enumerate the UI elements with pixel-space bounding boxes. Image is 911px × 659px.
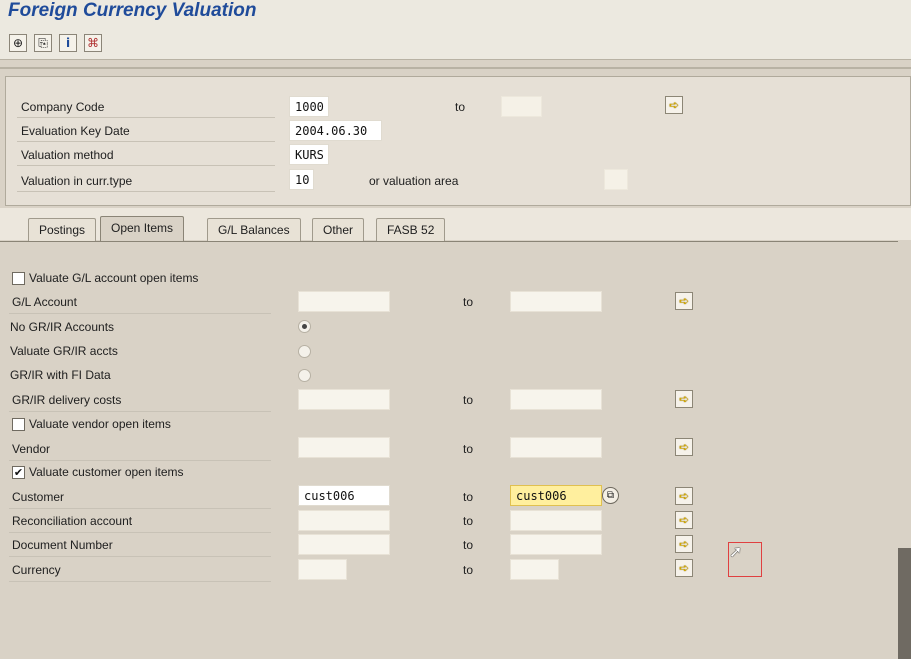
vendor-multiple-selection-button[interactable]: ➪ xyxy=(675,438,693,456)
application-toolbar: ⊕ ⎘ i ⌘ xyxy=(0,24,911,60)
valuate-vendor-checkbox[interactable] xyxy=(12,418,25,431)
arrow-right-icon: ➪ xyxy=(678,513,690,527)
divider xyxy=(0,67,911,69)
label-underline xyxy=(9,532,271,533)
valuation-curr-type-field[interactable]: 10 xyxy=(289,169,314,190)
execute-icon[interactable]: ⊕ xyxy=(9,34,27,52)
arrow-right-icon: ➪ xyxy=(678,489,690,503)
company-code-field[interactable]: 1000 xyxy=(289,96,329,117)
no-grir-radio[interactable] xyxy=(298,320,311,333)
vendor-label: Vendor xyxy=(12,442,51,456)
vendor-to-field[interactable] xyxy=(510,437,602,458)
value-help-icon[interactable]: ⧉ xyxy=(602,487,619,504)
valuate-vendor-label: Valuate vendor open items xyxy=(29,417,171,431)
valuation-method-label: Valuation method xyxy=(21,148,114,162)
arrow-right-icon: ➪ xyxy=(668,98,680,112)
label-underline xyxy=(9,556,271,557)
currency-label: Currency xyxy=(12,563,61,577)
customer-multiple-selection-button[interactable]: ➪ xyxy=(675,487,693,505)
arrow-right-icon: ➪ xyxy=(678,440,690,454)
recon-from-field[interactable] xyxy=(298,510,390,531)
label-underline xyxy=(17,165,275,166)
to-label: to xyxy=(463,538,474,552)
label-underline xyxy=(9,411,271,412)
title-bar: Foreign Currency Valuation xyxy=(0,0,911,24)
valuate-grir-radio[interactable] xyxy=(298,345,311,358)
valuation-area-field[interactable] xyxy=(604,169,628,190)
recon-multiple-selection-button[interactable]: ➪ xyxy=(675,511,693,529)
vertical-scrollbar[interactable] xyxy=(898,548,911,659)
company-code-to-label: to xyxy=(455,100,466,114)
no-grir-label: No GR/IR Accounts xyxy=(10,320,115,334)
grir-fi-data-label: GR/IR with FI Data xyxy=(10,368,111,382)
valuate-gl-checkbox[interactable] xyxy=(12,272,25,285)
tab-fasb-52[interactable]: FASB 52 xyxy=(376,218,446,242)
multiple-selection-button[interactable]: ➪ xyxy=(665,96,683,114)
grir-fi-data-radio[interactable] xyxy=(298,369,311,382)
label-underline xyxy=(9,508,271,509)
company-code-to-field[interactable] xyxy=(501,96,542,117)
grir-delivery-multiple-selection-button[interactable]: ➪ xyxy=(675,390,693,408)
label-underline xyxy=(9,460,271,461)
valuate-customer-checkbox[interactable]: ✔ xyxy=(12,466,25,479)
arrow-right-icon: ➪ xyxy=(678,537,690,551)
document-number-label: Document Number xyxy=(12,538,113,552)
gl-account-label: G/L Account xyxy=(12,295,77,309)
tab-open-items[interactable]: Open Items xyxy=(100,216,185,242)
label-underline xyxy=(17,191,275,192)
to-label: to xyxy=(463,514,474,528)
valuate-gl-label: Valuate G/L account open items xyxy=(29,271,199,285)
info-icon[interactable]: i xyxy=(59,34,77,52)
vendor-from-field[interactable] xyxy=(298,437,390,458)
tab-gl-balances[interactable]: G/L Balances xyxy=(207,218,301,242)
selection-options-icon[interactable]: ⌘ xyxy=(84,34,102,52)
customer-label: Customer xyxy=(12,490,65,504)
label-underline xyxy=(9,581,271,582)
gl-account-multiple-selection-button[interactable]: ➪ xyxy=(675,292,693,310)
to-label: to xyxy=(463,442,474,456)
customer-from-field[interactable]: cust006 xyxy=(298,485,390,506)
to-label: to xyxy=(463,295,474,309)
grir-delivery-costs-label: GR/IR delivery costs xyxy=(12,393,122,407)
currency-to-field[interactable] xyxy=(510,559,559,580)
arrow-right-icon: ➪ xyxy=(678,392,690,406)
valuate-grir-label: Valuate GR/IR accts xyxy=(10,344,118,358)
valuation-curr-type-label: Valuation in curr.type xyxy=(21,174,133,188)
label-underline xyxy=(17,141,275,142)
eval-key-date-label: Evaluation Key Date xyxy=(21,124,130,138)
currency-multiple-selection-button[interactable]: ➪ xyxy=(675,559,693,577)
to-label: to xyxy=(463,563,474,577)
grir-delivery-to-field[interactable] xyxy=(510,389,602,410)
eval-key-date-field[interactable]: 2004.06.30 xyxy=(289,120,382,141)
recon-to-field[interactable] xyxy=(510,510,602,531)
tab-postings[interactable]: Postings xyxy=(28,218,97,242)
grir-delivery-from-field[interactable] xyxy=(298,389,390,410)
customer-to-field[interactable]: cust006 xyxy=(510,485,602,506)
docnum-from-field[interactable] xyxy=(298,534,390,555)
page-title: Foreign Currency Valuation xyxy=(8,0,257,21)
docnum-to-field[interactable] xyxy=(510,534,602,555)
company-code-label: Company Code xyxy=(21,100,105,114)
label-underline xyxy=(17,117,275,118)
valuation-method-field[interactable]: KURS xyxy=(289,144,329,165)
mouse-pointer-icon: ➚ xyxy=(729,542,743,561)
currency-from-field[interactable] xyxy=(298,559,347,580)
label-underline xyxy=(9,313,271,314)
tab-other[interactable]: Other xyxy=(312,218,365,242)
valuate-customer-label: Valuate customer open items xyxy=(29,465,184,479)
to-label: to xyxy=(463,490,474,504)
to-label: to xyxy=(463,393,474,407)
docnum-multiple-selection-button[interactable]: ➪ xyxy=(675,535,693,553)
or-valuation-area-label: or valuation area xyxy=(369,174,459,188)
open-items-tab-body xyxy=(0,241,898,659)
reconciliation-account-label: Reconciliation account xyxy=(12,514,133,528)
gl-account-from-field[interactable] xyxy=(298,291,390,312)
variant-icon[interactable]: ⎘ xyxy=(34,34,52,52)
arrow-right-icon: ➪ xyxy=(678,294,690,308)
gl-account-to-field[interactable] xyxy=(510,291,602,312)
arrow-right-icon: ➪ xyxy=(678,561,690,575)
